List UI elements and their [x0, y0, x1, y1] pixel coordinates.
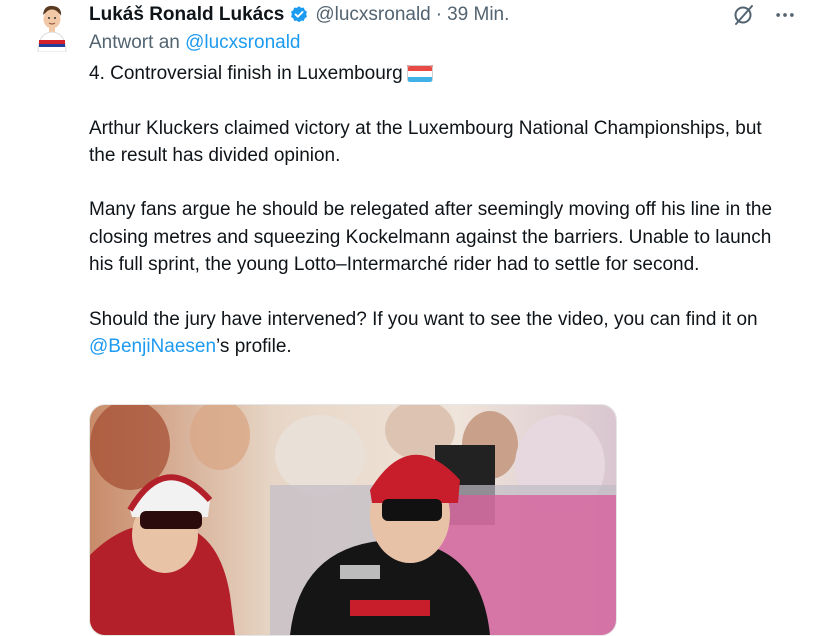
- tweet-text: 4. Controversial finish in Luxembourg Ar…: [89, 60, 789, 360]
- luxembourg-flag-icon: [406, 64, 433, 82]
- mention-link[interactable]: @BenjiNaesen: [89, 336, 216, 357]
- tweet-text-segment: Should the jury have intervened? If you …: [89, 308, 758, 330]
- author-name[interactable]: Lukáš Ronald Lukács: [89, 4, 284, 26]
- tweet-paragraph: Arthur Kluckers claimed victory at the L…: [89, 117, 762, 166]
- tweet-media-image[interactable]: [89, 404, 617, 636]
- tweet-header: Lukáš Ronald Lukács @lucxsronald · 39 Mi…: [89, 2, 509, 28]
- author-handle[interactable]: @lucxsronald: [315, 4, 430, 26]
- tweet-timestamp[interactable]: 39 Min.: [447, 4, 509, 26]
- avatar[interactable]: [30, 2, 74, 53]
- tweet-paragraph: Many fans argue he should be relegated a…: [89, 199, 773, 276]
- reply-to-label: Antwort an: [89, 32, 180, 53]
- more-options-icon[interactable]: [774, 4, 796, 26]
- tweet-text-segment: ’s profile.: [216, 335, 292, 357]
- tweet-paragraph: 4. Controversial finish in Luxembourg: [89, 60, 789, 87]
- tweet-actions-top: [732, 3, 796, 27]
- reply-to-handle-link[interactable]: @lucxsronald: [185, 32, 300, 53]
- tweet-paragraph: Should the jury have intervened? If you …: [89, 306, 789, 361]
- tweet-headline: 4. Controversial finish in Luxembourg: [89, 63, 403, 84]
- grok-icon[interactable]: [732, 3, 756, 27]
- verified-badge-icon: [291, 6, 308, 23]
- separator-dot: ·: [435, 4, 443, 25]
- reply-to-line: Antwort an @lucxsronald: [89, 32, 301, 54]
